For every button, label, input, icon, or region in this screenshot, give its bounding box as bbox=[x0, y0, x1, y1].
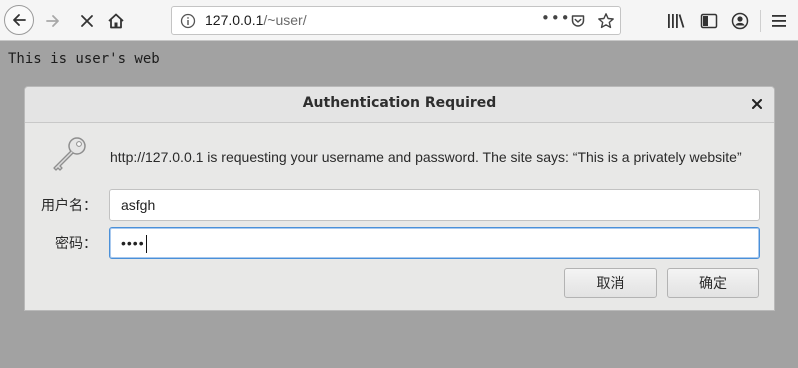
forward-icon bbox=[46, 15, 59, 27]
username-field[interactable]: asfgh bbox=[109, 189, 760, 221]
ok-button[interactable]: 确定 bbox=[667, 268, 759, 298]
cancel-button[interactable]: 取消 bbox=[564, 268, 657, 298]
library-icon[interactable] bbox=[666, 11, 686, 31]
pocket-icon[interactable] bbox=[570, 13, 586, 29]
url-path: /~user/ bbox=[263, 12, 307, 28]
password-mask: •••• bbox=[121, 235, 145, 251]
url-text[interactable]: 127.0.0.1/~user/ bbox=[205, 12, 307, 28]
stop-button[interactable] bbox=[74, 8, 100, 34]
password-field[interactable]: •••• bbox=[109, 227, 760, 259]
menu-icon[interactable] bbox=[769, 11, 789, 31]
browser-toolbar: 127.0.0.1/~user/ ••• bbox=[0, 0, 798, 41]
back-icon bbox=[13, 14, 26, 26]
star-icon[interactable] bbox=[597, 12, 615, 30]
sidebar-icon[interactable] bbox=[699, 11, 719, 31]
username-label: 用户名： bbox=[41, 198, 97, 214]
account-icon[interactable] bbox=[730, 11, 750, 31]
page-body-text: This is user's web bbox=[8, 51, 160, 67]
dialog-header: Authentication Required bbox=[25, 87, 774, 123]
url-bar[interactable]: 127.0.0.1/~user/ ••• bbox=[171, 6, 621, 35]
dialog-title: Authentication Required bbox=[302, 95, 497, 111]
auth-dialog: Authentication Required http://127.0.0.1… bbox=[24, 86, 775, 311]
text-caret bbox=[145, 235, 147, 254]
password-label: 密码： bbox=[55, 236, 97, 252]
key-icon bbox=[53, 137, 86, 171]
page-actions-icon[interactable]: ••• bbox=[541, 9, 571, 27]
close-icon[interactable] bbox=[750, 97, 764, 111]
home-button[interactable] bbox=[103, 8, 129, 34]
forward-button[interactable] bbox=[40, 8, 66, 34]
auth-message: http://127.0.0.1 is requesting your user… bbox=[110, 149, 742, 165]
home-icon bbox=[108, 13, 124, 29]
stop-icon bbox=[81, 15, 93, 27]
info-icon[interactable] bbox=[180, 13, 196, 29]
toolbar-divider bbox=[760, 10, 761, 32]
url-host: 127.0.0.1 bbox=[205, 12, 264, 28]
back-button[interactable] bbox=[4, 5, 34, 35]
